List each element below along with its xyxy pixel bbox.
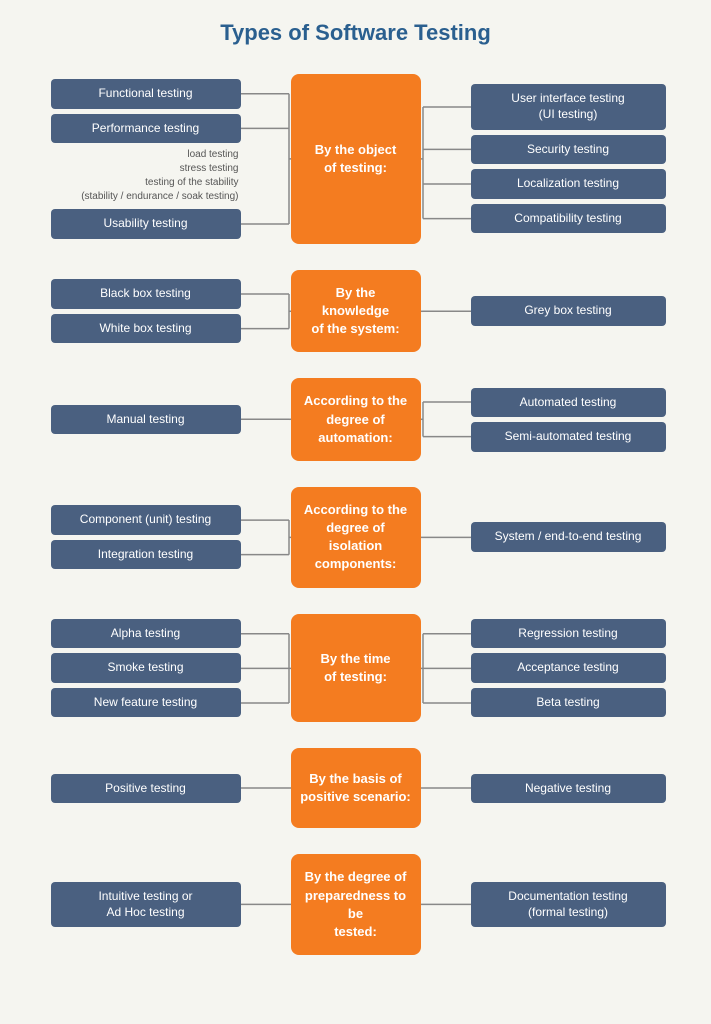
right-node: Negative testing — [471, 774, 666, 804]
subnote: testing of the stability — [145, 176, 238, 190]
right-node: Automated testing — [471, 388, 666, 418]
left-node: Integration testing — [51, 540, 241, 570]
diagram: Functional testing Performance testing loa… — [10, 74, 701, 959]
left-node: Component (unit) testing — [51, 505, 241, 535]
center-box: By the knowledge of the system: — [291, 270, 421, 353]
left-node: Intuitive testing or Ad Hoc testing — [51, 882, 241, 927]
right-node: Documentation testing (formal testing) — [471, 882, 666, 927]
center-box: According to the degree of automation: — [291, 378, 421, 461]
right-node: Semi-automated testing — [471, 422, 666, 452]
right-node: Grey box testing — [471, 296, 666, 326]
right-node: Security testing — [471, 135, 666, 165]
right-node: Acceptance testing — [471, 653, 666, 683]
row-wrapper: Manual testing According to the degree of… — [16, 378, 696, 461]
right-node: Compatibility testing — [471, 204, 666, 234]
row-wrapper: Component (unit) testing Integration test… — [16, 487, 696, 588]
center-box: By the time of testing: — [291, 614, 421, 723]
page-title: Types of Software Testing — [10, 20, 701, 46]
right-node: Localization testing — [471, 169, 666, 199]
right-node: Regression testing — [471, 619, 666, 649]
subnote: load testing — [187, 148, 238, 162]
left-node: Positive testing — [51, 774, 241, 804]
left-node: Functional testing — [51, 79, 241, 109]
row-wrapper: Functional testing Performance testing loa… — [16, 74, 696, 244]
left-node: Black box testing — [51, 279, 241, 309]
left-node: Alpha testing — [51, 619, 241, 649]
center-box: By the degree of preparedness to be test… — [291, 854, 421, 955]
left-node: Smoke testing — [51, 653, 241, 683]
right-node: User interface testing (UI testing) — [471, 84, 666, 129]
right-node: System / end-to-end testing — [471, 522, 666, 552]
row-wrapper: Alpha testing Smoke testing New feature te… — [16, 614, 696, 723]
left-node: Manual testing — [51, 405, 241, 435]
center-box: By the basis of positive scenario: — [291, 748, 421, 828]
right-node: Beta testing — [471, 688, 666, 718]
left-node: Usability testing — [51, 209, 241, 239]
center-box: According to the degree of isolation com… — [291, 487, 421, 588]
center-box: By the object of testing: — [291, 74, 421, 244]
subnote: (stability / endurance / soak testing) — [81, 190, 238, 204]
row-wrapper: Black box testing White box testing By the… — [16, 270, 696, 353]
left-node: Performance testing — [51, 114, 241, 144]
left-node: New feature testing — [51, 688, 241, 718]
row-wrapper: Intuitive testing or Ad Hoc testing By th… — [16, 854, 696, 955]
row-wrapper: Positive testing By the basis of positive… — [16, 748, 696, 828]
left-node: White box testing — [51, 314, 241, 344]
subnote: stress testing — [180, 162, 239, 176]
